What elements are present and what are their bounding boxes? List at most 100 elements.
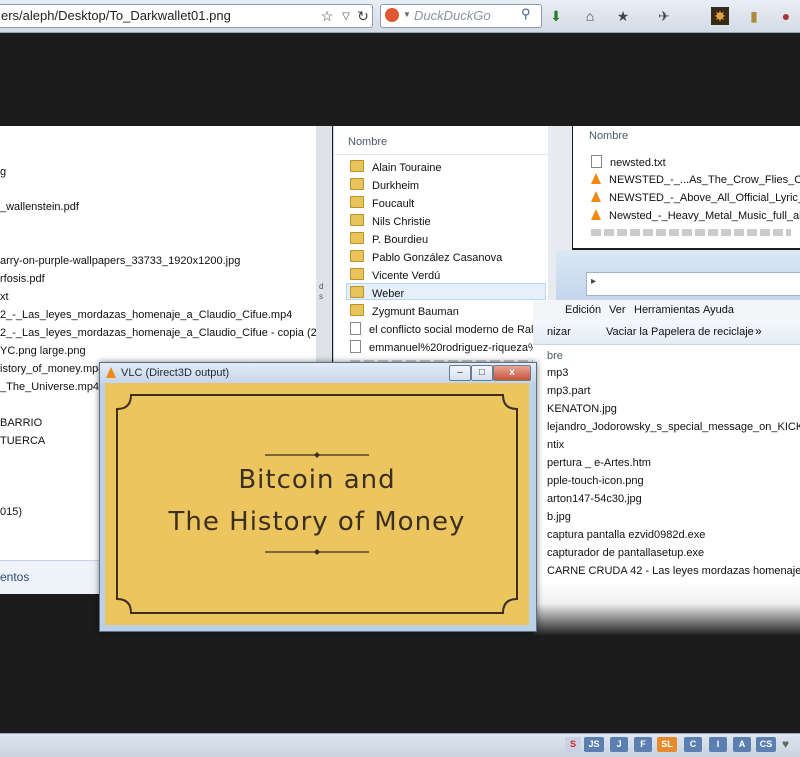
vlc-title-bar[interactable]: VLC (Direct3D output) – □ x [100,363,536,383]
menu-bar: Edición Ver Herramientas Ayuda [533,300,800,320]
text-file-icon [591,155,602,168]
list-item[interactable]: pple-touch-icon.png [547,475,644,487]
list-item[interactable]: arry-on-purple-wallpapers_33733_1920x120… [0,255,240,267]
list-item[interactable]: pertura _ e-Artes.htm [547,457,651,469]
menu-edicion[interactable]: Edición [565,304,601,316]
file-item[interactable]: newsted.txt [591,155,666,169]
folder-icon [350,268,364,280]
folder-item[interactable]: P. Bourdieu [350,232,428,246]
dropdown-arrow-icon[interactable]: ▽ [337,7,355,25]
list-item[interactable]: YC.png large.png [0,345,86,357]
menu-ayuda[interactable]: Ayuda [703,304,734,316]
document-icon [350,322,361,335]
document-icon [350,340,361,353]
cookies-toggle-button[interactable]: C [684,737,702,752]
slide-title-line2: The History of Money [168,507,466,537]
folder-icon [350,304,364,316]
list-item[interactable]: _wallenstein.pdf [0,201,79,213]
javascript-toggle-button[interactable]: JS [584,737,604,752]
notes-icon[interactable]: ▮ [745,7,763,25]
home-icon[interactable]: ⌂ [581,7,599,25]
engine-dropdown-icon[interactable]: ▼ [403,10,411,19]
folder-item[interactable]: Alain Touraine [350,160,442,174]
list-item[interactable]: lejandro_Jodorowsky_s_special_message_on… [547,421,800,433]
column-header-name[interactable]: Nombre [348,136,387,148]
list-item[interactable]: arton147-54c30.jpg [547,493,642,505]
folder-icon [350,250,364,262]
menu-herramientas[interactable]: Herramientas [634,304,700,316]
vlc-icon [591,191,601,202]
list-item[interactable]: istory_of_money.mp4 [0,363,104,375]
folder-icon [350,286,364,298]
address-bar[interactable]: ▸ [586,272,800,296]
file-item[interactable]: el conflicto social moderno de Ralf Da [350,322,548,336]
column-header-name[interactable]: Nombre [589,130,628,142]
right-top-file-window: Nombre newsted.txt NEWSTED_-_...As_The_C… [573,126,800,248]
close-button[interactable]: x [493,365,531,381]
list-item[interactable]: TUERCA [0,435,45,447]
middle-file-window: Nombre Alain Touraine Durkheim Foucault … [333,126,548,372]
list-item[interactable]: rfosis.pdf [0,273,45,285]
animations-toggle-button[interactable]: A [733,737,751,752]
list-item[interactable]: xt [0,291,9,303]
minimize-button[interactable]: – [449,365,471,381]
browser-toolbar: ers/aleph/Desktop/To_Darkwallet01.png ☆ … [0,0,800,33]
folder-item[interactable]: Foucault [350,196,414,210]
maximize-button[interactable]: □ [471,365,493,381]
list-item[interactable]: mp3.part [547,385,590,397]
command-bar: nizar Vaciar la Papelera de reciclaje » [533,320,800,345]
list-item[interactable]: 015) [0,506,22,518]
bookmark-star-icon[interactable]: ☆ [318,7,336,25]
decorative-frame [116,394,518,614]
file-item[interactable]: NEWSTED_-_Above_All_Official_Lyric_Vid..… [591,191,800,204]
list-item[interactable]: 2_-_Las_leyes_mordazas_homenaje_a_Claudi… [0,327,316,339]
list-item[interactable]: BARRIO [0,417,42,429]
more-commands-button[interactable]: » [755,324,762,338]
list-item[interactable]: CARNE CRUDA 42 - Las leyes mordazas home… [547,565,800,577]
vlc-cone-icon [106,367,116,378]
java-toggle-button[interactable]: J [610,737,628,752]
file-item[interactable]: Newsted_-_Heavy_Metal_Music_full_albu... [591,209,800,222]
addon-s-button[interactable]: S [565,737,581,752]
search-icon[interactable]: ⚲ [521,6,531,22]
reload-icon[interactable]: ↻ [354,7,372,25]
list-item[interactable]: 2_-_Las_leyes_mordazas_homenaje_a_Claudi… [0,309,292,321]
images-toggle-button[interactable]: I [709,737,727,752]
download-icon[interactable]: ⬇ [547,7,565,25]
video-frame[interactable]: Bitcoin and The History of Money [105,383,529,625]
extension-icon[interactable]: ✸ [711,7,729,25]
flash-toggle-button[interactable]: F [634,737,652,752]
list-item[interactable]: g [0,166,6,178]
column-header-name[interactable]: bre [547,350,563,362]
list-item[interactable]: ntix [547,439,564,451]
folder-item[interactable]: Durkheim [350,178,419,192]
list-item[interactable]: mp3 [547,367,568,379]
menu-ver[interactable]: Ver [609,304,626,316]
css-toggle-button[interactable]: CS [756,737,776,752]
addon-heart-icon[interactable]: ♥ [782,737,789,751]
addon-icon[interactable]: ✈ [655,7,673,25]
folder-icon [350,196,364,208]
empty-recycle-bin-button[interactable]: Vaciar la Papelera de reciclaje [606,326,754,338]
list-item[interactable]: _The_Universe.mp4 [0,381,99,393]
list-item[interactable]: captura pantalla ezvid0982d.exe [547,529,705,541]
bookmarks-menu-icon[interactable]: ★ [614,7,632,25]
folder-item[interactable]: Zygmunt Bauman [350,304,459,318]
folder-item[interactable]: Pablo González Casanova [350,250,502,264]
folder-item[interactable]: Vicente Verdú [350,268,440,282]
slide-title-line1: Bitcoin and [238,465,396,495]
list-item[interactable]: b.jpg [547,511,571,523]
vlc-icon [591,173,601,184]
file-item[interactable]: NEWSTED_-_...As_The_Crow_Flies_Official.… [591,173,800,186]
silverlight-toggle-button[interactable]: SL [657,737,677,752]
list-item[interactable]: KENATON.jpg [547,403,617,415]
search-bar[interactable]: ▼ DuckDuckGo ⚲ [380,4,542,28]
vlc-icon [591,209,601,220]
folder-item[interactable]: Nils Christie [350,214,431,228]
folder-item-selected[interactable]: Weber [346,283,546,300]
organize-button[interactable]: nizar [547,326,571,338]
list-item[interactable]: capturador de pantallasetup.exe [547,547,704,559]
vlc-window-title: VLC (Direct3D output) [121,367,230,379]
addon-red-icon[interactable]: ● [777,7,795,25]
file-item[interactable]: emmanuel%20rodriguez-riqueza%20c [350,340,548,354]
